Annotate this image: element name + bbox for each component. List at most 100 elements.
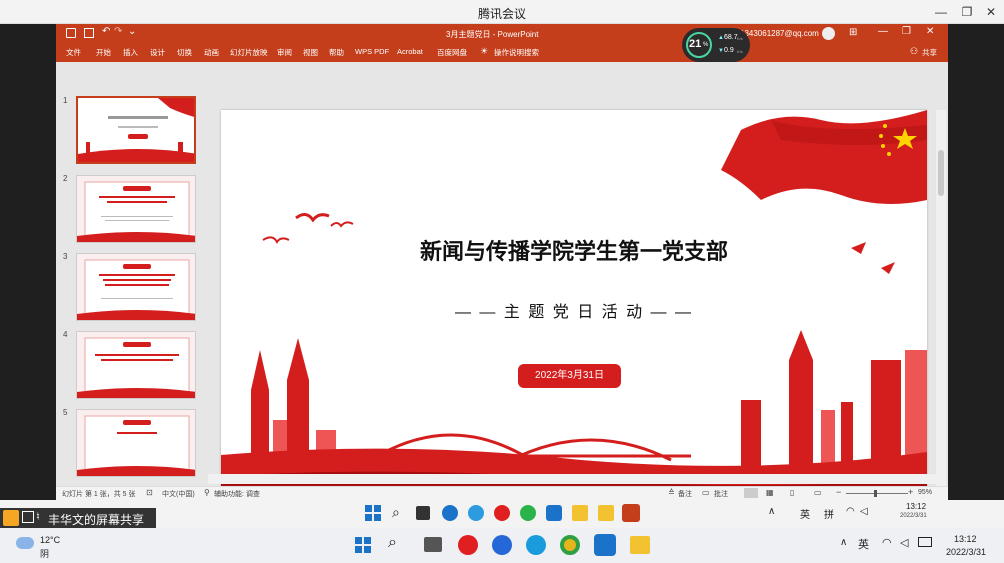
zoom-level[interactable]: 95% [918,489,932,496]
wechat-icon[interactable] [520,505,536,521]
close-button[interactable]: ✕ [978,3,1004,21]
taskbar-tray-expand-icon[interactable]: ∧ [840,537,847,548]
taskbar-taskview-icon[interactable] [424,537,442,552]
wifi-icon[interactable]: ◠ [846,506,855,517]
vertical-scrollbar[interactable] [936,110,946,496]
file-explorer-icon[interactable] [572,505,588,521]
netease-icon[interactable] [494,505,510,521]
ppt-minimize-icon[interactable]: — [878,26,888,37]
lightbulb-icon: ☀ [480,46,489,56]
redo-icon[interactable]: ↷ [114,26,122,37]
zoom-in-button[interactable]: + [908,487,913,497]
tab-transitions[interactable]: 切换 [177,47,192,58]
notes-icon[interactable]: ≙ [668,488,675,497]
taskbar-tencent-meeting-icon[interactable] [594,534,616,556]
tab-baidu-netdisk[interactable]: 百度网盘 [437,47,467,58]
save-icon[interactable] [66,28,76,38]
taskbar-lark-icon[interactable] [492,535,512,555]
cpu-usage: 21 [689,38,702,50]
tray-expand-icon[interactable]: ∧ [768,506,775,517]
qat-more-icon[interactable]: ⌄ [128,26,136,37]
tab-review[interactable]: 审阅 [277,47,292,58]
tab-insert[interactable]: 插入 [123,47,138,58]
zoom-slider-thumb[interactable] [874,490,877,497]
slide-canvas[interactable]: 新闻与传播学院学生第一党支部 — — 主 题 党 日 活 动 — — 2022年… [221,110,927,496]
taskbar-date[interactable]: 2022/3/31 [946,547,986,557]
taskbar-netease-icon[interactable] [458,535,478,555]
minimize-button[interactable]: — [928,3,954,21]
edge-icon[interactable] [442,505,458,521]
notes-button[interactable]: 备注 [678,489,692,499]
share-icon[interactable]: ⚇ [910,46,918,57]
taskbar-edge-icon[interactable] [526,535,546,555]
mic-icon: ♮ [36,511,40,523]
ie-icon[interactable] [468,505,484,521]
slide-sorter-icon[interactable]: ▦ [766,488,774,497]
windows-start-icon[interactable] [364,504,382,522]
share-button[interactable]: 共享 [922,47,937,58]
taskbar-ime[interactable]: 英 [858,536,869,552]
language-indicator[interactable]: 中文(中国) [162,489,195,499]
tab-view[interactable]: 视图 [303,47,318,58]
taskbar-wifi-icon[interactable]: ◠ [882,536,892,549]
tab-file[interactable]: 文件 [66,47,81,58]
scrollbar-thumb[interactable] [938,150,944,196]
zoom-slider[interactable] [846,493,908,494]
slide-title[interactable]: 新闻与传播学院学生第一党支部 [221,234,927,266]
accessibility-status[interactable]: 辅助功能: 调查 [214,489,260,499]
taskbar-battery-icon[interactable] [918,537,932,547]
slide-thumbnail-2[interactable] [76,175,196,243]
weather-temp[interactable]: 12°C [40,535,60,545]
screen-share-badge[interactable]: ♮ 丰华文的屏幕共享 [0,508,156,528]
slide-thumbnail-5[interactable] [76,409,196,477]
comments-icon[interactable]: ▭ [702,488,710,497]
powerpoint-icon[interactable] [622,504,640,522]
slide-subtitle[interactable]: — — 主 题 党 日 活 动 — — [221,298,927,322]
reading-view-icon[interactable]: ▯ [790,488,794,497]
tab-home[interactable]: 开始 [96,47,111,58]
ppt-close-icon[interactable]: ✕ [926,26,934,37]
restore-button[interactable]: ❐ [954,3,980,21]
tab-acrobat[interactable]: Acrobat [397,47,423,56]
meeting-left-margin [0,24,56,524]
meeting-ime-en[interactable]: 英 [800,506,810,521]
slide-date-badge[interactable]: 2022年3月31日 [518,364,621,388]
weather-desc[interactable]: 阴 [40,547,49,560]
slide-thumbnail-3[interactable] [76,253,196,321]
cloud-icon[interactable] [16,537,34,549]
taskbar-chrome-icon[interactable] [560,535,580,555]
taskbar-start-icon[interactable] [354,536,372,559]
taskbar-volume-icon[interactable]: ◁ [900,536,908,549]
notes-app-icon[interactable] [598,505,614,521]
tell-me-search[interactable]: 操作说明搜索 [494,47,539,58]
volume-icon[interactable]: ◁ [860,506,868,517]
taskbar-search-icon[interactable]: ⌕ [388,534,397,552]
search-icon[interactable]: ⌕ [392,504,400,521]
horizontal-scrollbar[interactable] [208,474,936,484]
ribbon-display-icon[interactable]: ⊞ [849,27,857,38]
meeting-ime-pinyin[interactable]: 拼 [824,506,834,521]
tab-design[interactable]: 设计 [150,47,165,58]
spellcheck-icon[interactable]: ⊡ [146,488,153,497]
account-email[interactable]: 1343061287@qq.com [740,29,819,38]
undo-icon[interactable]: ↶ [102,26,110,37]
normal-view-icon[interactable] [744,488,758,498]
taskview-icon[interactable] [416,506,430,520]
autosave-icon[interactable] [84,28,94,38]
accessibility-icon[interactable]: ⚲ [204,488,210,497]
perf-monitor-widget[interactable]: 21 % ▲ 68.7 ▼ 0.9 K/s K/s [682,28,750,62]
ppt-maximize-icon[interactable]: ❐ [902,26,911,37]
comments-button[interactable]: 批注 [714,489,728,499]
tab-slideshow[interactable]: 幻灯片放映 [230,47,268,58]
avatar[interactable] [822,27,835,40]
tencent-meeting-icon[interactable] [546,505,562,521]
slide-thumbnail-1[interactable] [76,96,196,164]
slide-thumbnail-4[interactable] [76,331,196,399]
zoom-out-button[interactable]: − [836,487,841,497]
tab-help[interactable]: 帮助 [329,47,344,58]
tab-wps-pdf[interactable]: WPS PDF [355,47,389,56]
tab-animations[interactable]: 动画 [204,47,219,58]
taskbar-time[interactable]: 13:12 [954,534,977,544]
taskbar-explorer-icon[interactable] [630,536,650,554]
slideshow-icon[interactable]: ▭ [814,488,822,497]
